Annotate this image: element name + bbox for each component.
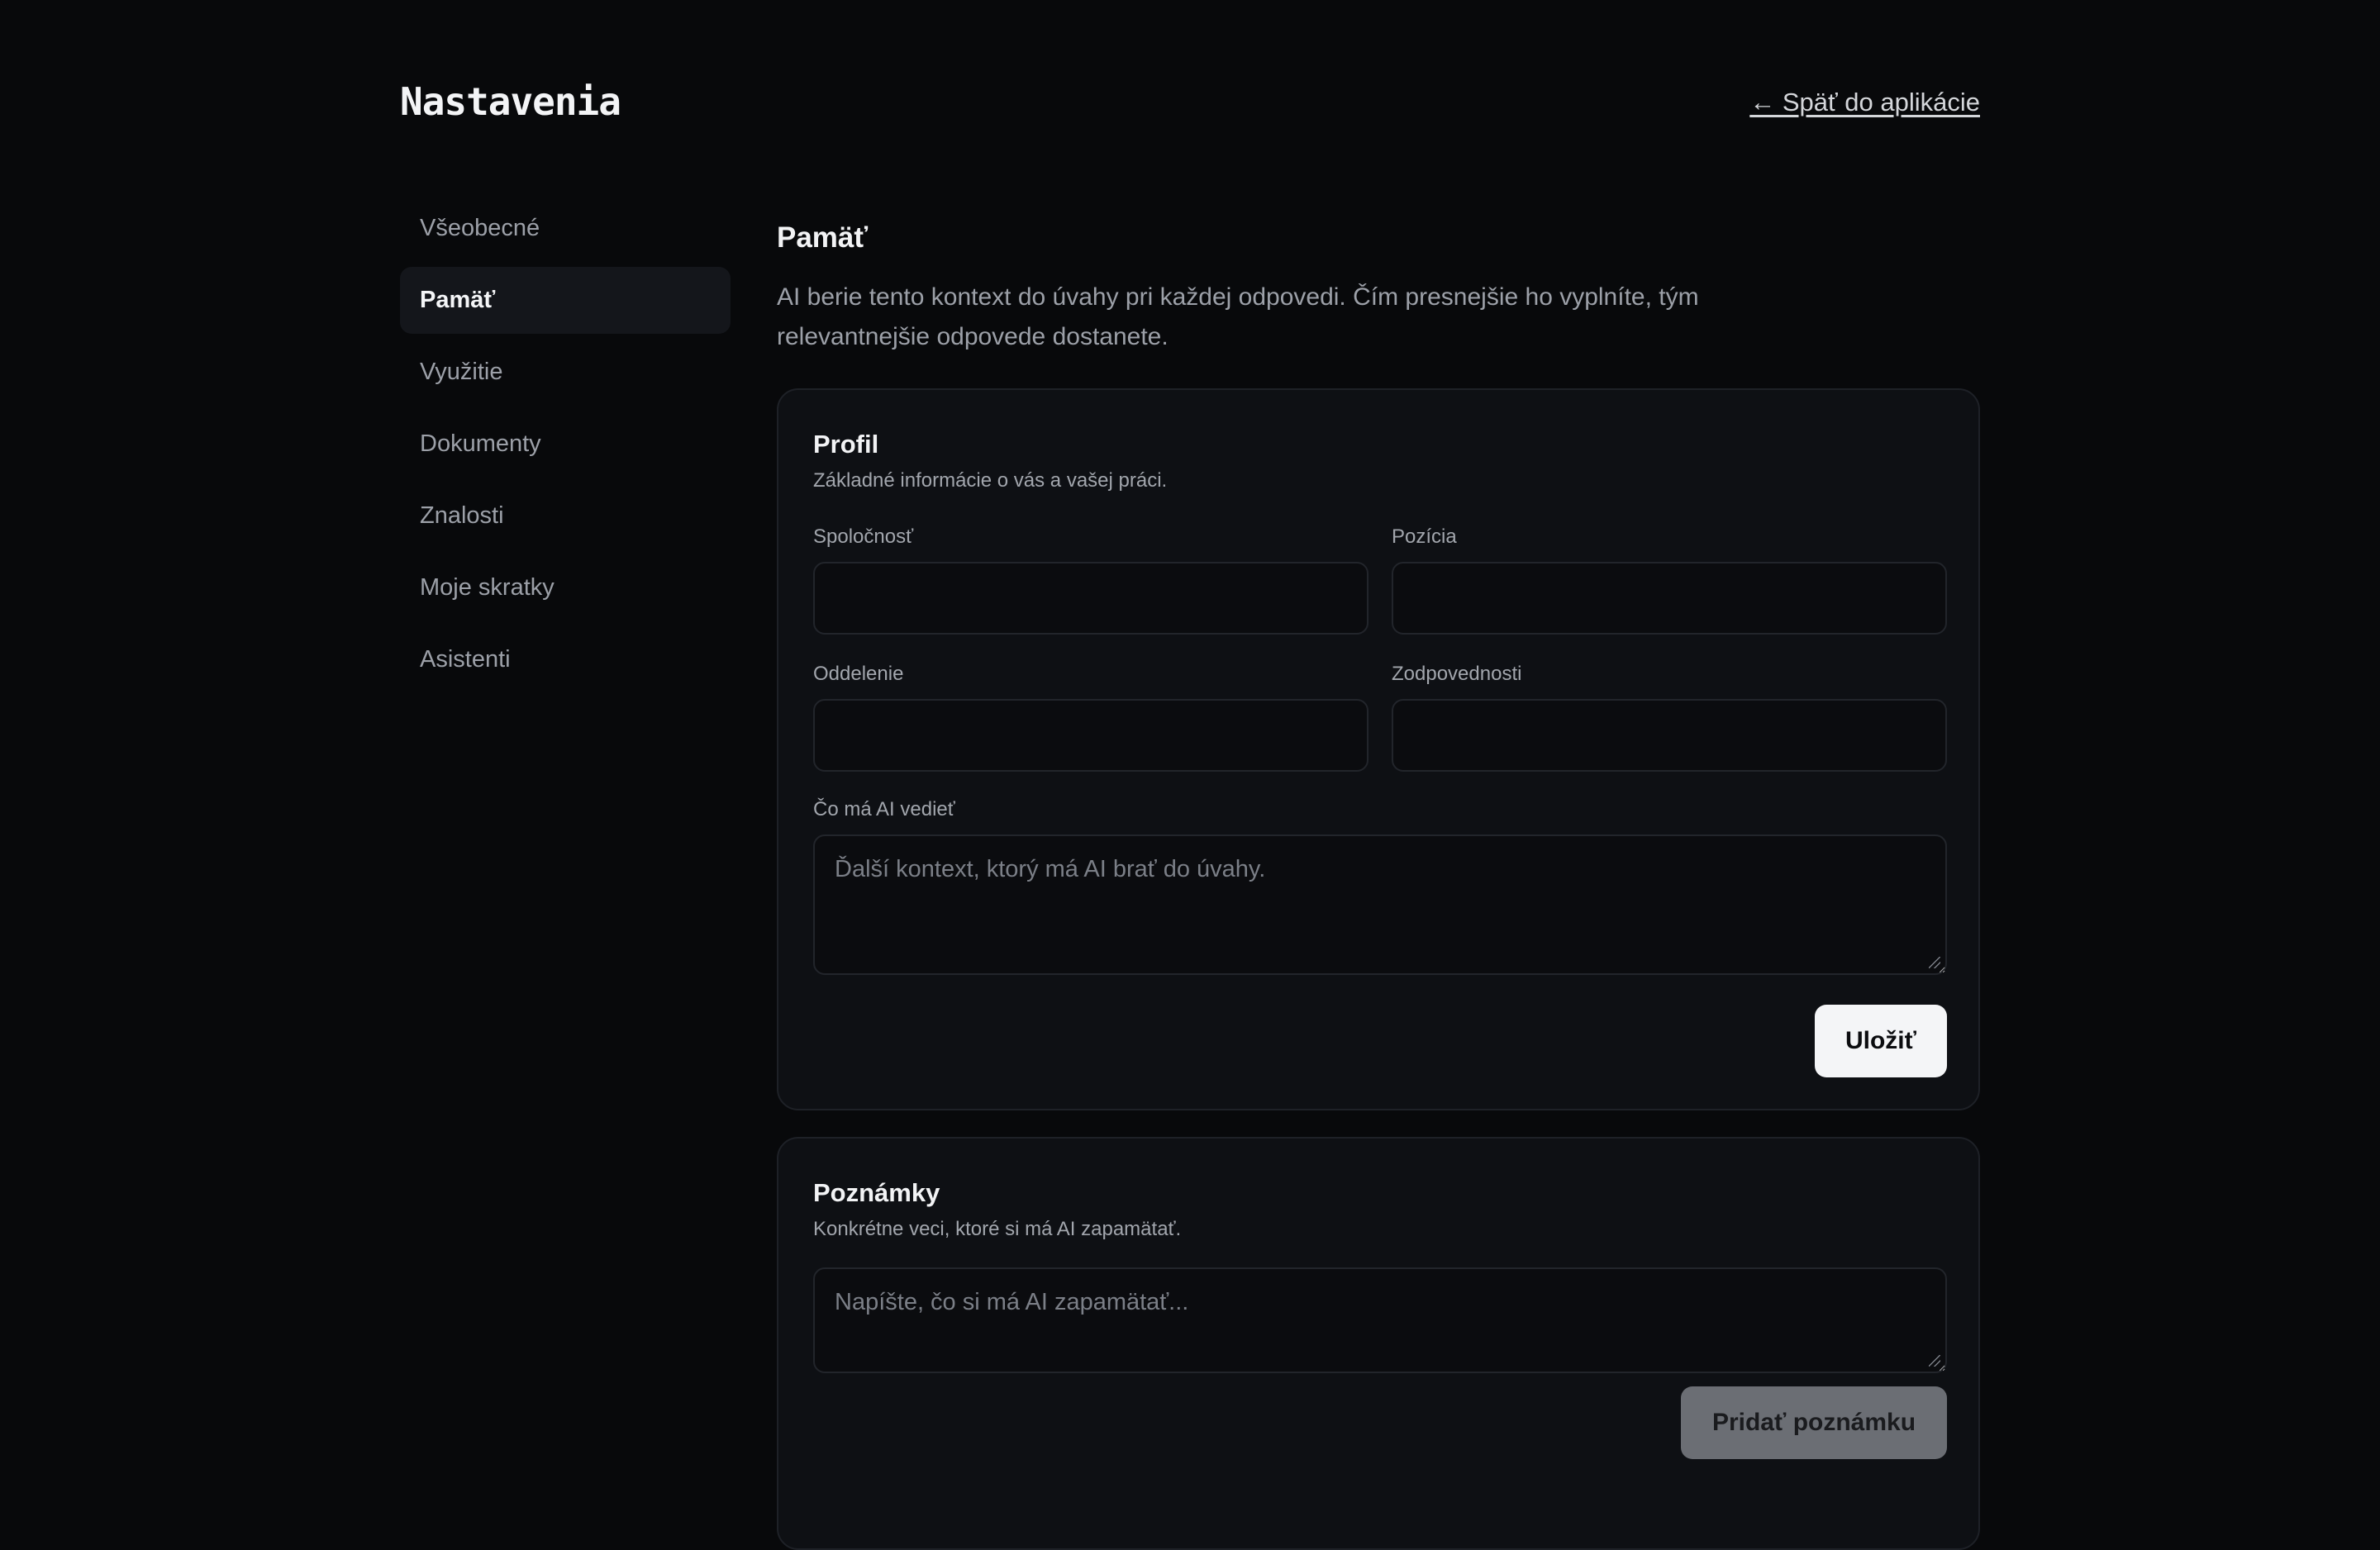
page-header: Nastavenia ← Späť do aplikácie (400, 79, 1980, 132)
sidebar-item-label: Dokumenty (420, 430, 541, 457)
company-field[interactable] (813, 562, 1368, 635)
sidebar-item-label: Asistenti (420, 646, 511, 673)
section-description: AI berie tento kontext do úvahy pri každ… (777, 283, 1699, 350)
department-label: Oddelenie (813, 663, 904, 685)
responsibilities-label: Zodpovednosti (1392, 663, 1522, 685)
department-field[interactable] (813, 699, 1368, 772)
context-label: Čo má AI vedieť (813, 798, 955, 820)
sidebar-item-shortcuts[interactable]: Moje skratky (400, 554, 731, 621)
notes-card: Poznámky Konkrétne veci, ktoré si má AI … (777, 1137, 1980, 1550)
sidebar-item-label: Znalosti (420, 502, 504, 529)
page-title: Nastavenia (400, 79, 621, 124)
notes-card-title: Poznámky (813, 1178, 940, 1207)
sidebar-item-label: Pamäť (420, 287, 496, 313)
add-note-button[interactable]: Pridať poznámku (1681, 1386, 1947, 1459)
sidebar-item-label: Využitie (420, 359, 503, 385)
settings-page: Nastavenia ← Späť do aplikácie Všeobecné… (400, 0, 1980, 1550)
sidebar-item-label: Moje skratky (420, 574, 555, 601)
sidebar-item-documents[interactable]: Dokumenty (400, 411, 731, 478)
note-textarea[interactable] (813, 1267, 1947, 1373)
sidebar-item-memory[interactable]: Pamäť (400, 267, 731, 334)
context-textarea[interactable] (813, 834, 1947, 975)
settings-sidebar: Všeobecné Pamäť Využitie Dokumenty Znalo… (400, 195, 731, 698)
sidebar-item-assistants[interactable]: Asistenti (400, 626, 731, 693)
memory-section: Pamäť AI berie tento kontext do úvahy pr… (777, 221, 1980, 1550)
sidebar-item-knowledge[interactable]: Znalosti (400, 483, 731, 549)
notes-card-subtitle: Konkrétne veci, ktoré si má AI zapamätať… (813, 1218, 1182, 1240)
sidebar-item-usage[interactable]: Využitie (400, 339, 731, 406)
sidebar-item-general[interactable]: Všeobecné (400, 195, 731, 262)
sidebar-item-label: Všeobecné (420, 215, 540, 241)
responsibilities-field[interactable] (1392, 699, 1947, 772)
save-button[interactable]: Uložiť (1815, 1005, 1947, 1077)
company-label: Spoločnosť (813, 525, 914, 548)
back-to-app-link[interactable]: ← Späť do aplikácie (1749, 88, 1980, 117)
section-title: Pamäť (777, 221, 869, 254)
position-field[interactable] (1392, 562, 1947, 635)
profile-card-subtitle: Základné informácie o vás a vašej práci. (813, 469, 1168, 492)
profile-card-title: Profil (813, 430, 879, 459)
position-label: Pozícia (1392, 525, 1457, 548)
profile-card: Profil Základné informácie o vás a vašej… (777, 388, 1980, 1110)
